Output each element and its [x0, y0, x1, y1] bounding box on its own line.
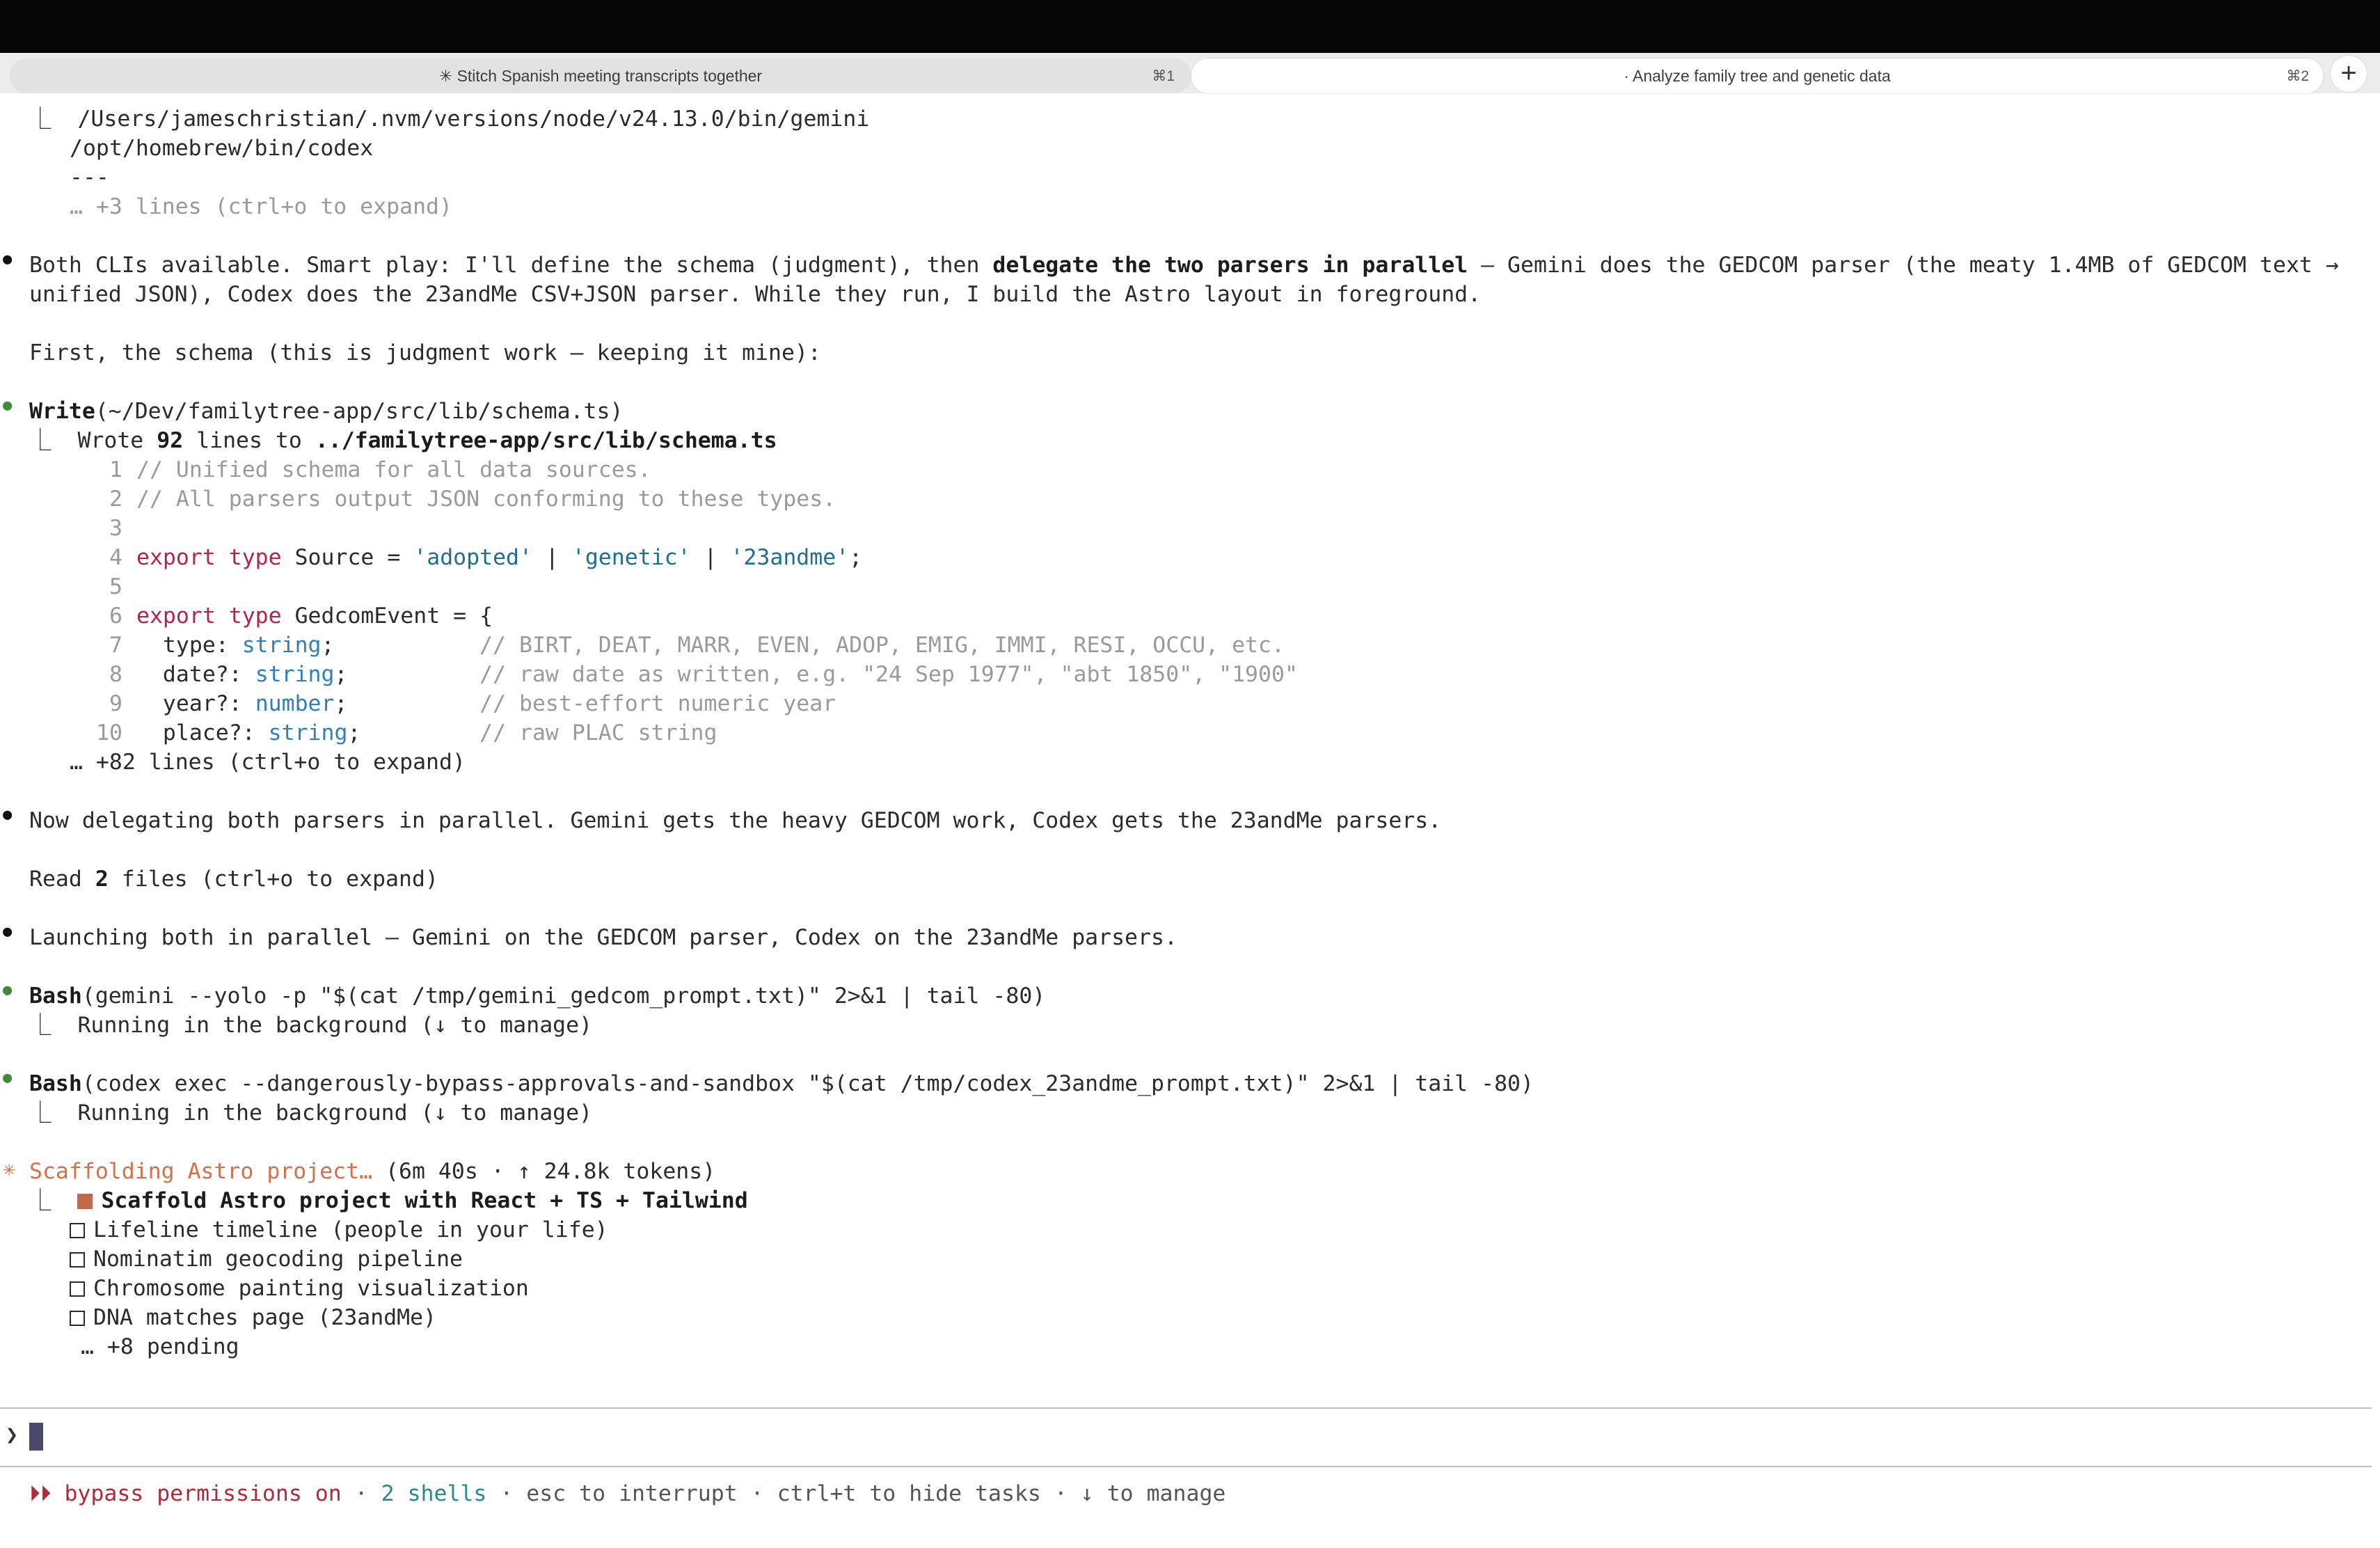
task-status: Scaffolding Astro project… (6m 40s · ↑ 2…	[29, 1159, 716, 1184]
code-line: 5	[109, 574, 122, 599]
tool-status-icon: ●	[3, 981, 13, 999]
tab-label: · Analyze family tree and genetic data	[1624, 66, 1891, 85]
todo-item: Chromosome painting visualization	[70, 1274, 529, 1303]
result-connector-icon: ⎿	[29, 1188, 78, 1213]
spinner-icon: ✳	[3, 1157, 16, 1181]
tab-label: ✳ Stitch Spanish meeting transcripts tog…	[438, 66, 763, 85]
message-bullet-icon: ●	[3, 806, 13, 823]
code-line: 4 export type Source = 'adopted' | 'genet…	[109, 545, 863, 570]
code-line: 7 type: string; // BIRT, DEAT, MARR, EVE…	[109, 633, 1285, 658]
todo-pending-count: … +8 pending	[81, 1334, 239, 1359]
bypass-permissions-indicator[interactable]: ⏵⏵ bypass permissions on	[29, 1481, 342, 1506]
todo-item: Nominatim geocoding pipeline	[70, 1245, 463, 1274]
shells-indicator[interactable]: 2 shells	[381, 1481, 487, 1506]
result-connector-icon: ⎿	[29, 1013, 78, 1038]
tab-shortcut: ⌘2	[2286, 68, 2309, 84]
tab-shortcut: ⌘1	[1152, 68, 1175, 84]
assistant-message: Now delegating both parsers in parallel.…	[29, 808, 1442, 833]
window-titlebar	[0, 0, 2380, 53]
tool-call-bash: Bash(codex exec --dangerously-bypass-app…	[29, 1071, 1534, 1096]
message-bullet-icon: ●	[3, 923, 13, 940]
tool-call-write: Write(~/Dev/familytree-app/src/lib/schem…	[29, 399, 624, 424]
checkbox-empty-icon	[70, 1311, 85, 1326]
tool-result-line: ⎿ Running in the background (↓ to manage…	[29, 1013, 593, 1038]
result-connector-icon: ⎿	[29, 1100, 78, 1126]
result-connector-icon: ⎿	[29, 428, 78, 453]
tool-result-line: /opt/homebrew/bin/codex	[70, 136, 374, 161]
new-tab-button[interactable]: +	[2331, 56, 2367, 92]
input-bottom-divider	[0, 1466, 2372, 1467]
assistant-message: Both CLIs available. Smart play: I'll de…	[29, 253, 2339, 278]
checkbox-empty-icon	[70, 1281, 85, 1297]
tab-bar: ✳ Stitch Spanish meeting transcripts tog…	[0, 53, 2380, 93]
tool-result-line: ⎿ Wrote 92 lines to ../familytree-app/sr…	[29, 428, 777, 453]
prompt-input[interactable]	[29, 1423, 43, 1451]
result-connector-icon: ⎿	[29, 106, 78, 132]
tool-status-icon: ●	[3, 397, 13, 414]
code-line: 8 date?: string; // raw date as written,…	[109, 662, 1298, 687]
checkbox-empty-icon	[70, 1252, 85, 1267]
todo-item: ⎿ Scaffold Astro project with React + TS…	[29, 1188, 748, 1213]
prompt-chevron-icon: ❯	[6, 1423, 19, 1447]
input-top-divider	[0, 1407, 2372, 1409]
code-line: 2// All parsers output JSON conforming t…	[109, 487, 836, 512]
checkbox-empty-icon	[70, 1223, 85, 1238]
tab-stitch-transcripts[interactable]: ✳ Stitch Spanish meeting transcripts tog…	[10, 58, 1191, 93]
todo-item: DNA matches page (23andMe)	[70, 1303, 436, 1332]
tool-result-line: ---	[70, 165, 109, 190]
status-bar: ⏵⏵ bypass permissions on · 2 shells · es…	[29, 1481, 1226, 1506]
tool-call-bash: Bash(gemini --yolo -p "$(cat /tmp/gemini…	[29, 984, 1046, 1009]
tool-result-line: ⎿ /Users/jameschristian/.nvm/versions/no…	[29, 106, 870, 132]
expand-hint[interactable]: … +3 lines (ctrl+o to expand)	[70, 192, 452, 221]
code-line: 1// Unified schema for all data sources.	[109, 457, 651, 482]
todo-item: Lifeline timeline (people in your life)	[70, 1215, 608, 1245]
code-line: 3	[109, 516, 122, 541]
message-bullet-icon: ●	[3, 251, 13, 268]
tool-result-line: ⎿ Running in the background (↓ to manage…	[29, 1100, 593, 1126]
expand-hint[interactable]: … +82 lines (ctrl+o to expand)	[70, 748, 466, 777]
assistant-message: First, the schema (this is judgment work…	[29, 340, 821, 365]
code-line: 10 place?: string; // raw PLAC string	[96, 720, 717, 745]
assistant-message: Launching both in parallel — Gemini on t…	[29, 925, 1177, 950]
assistant-message-cont: unified JSON), Codex does the 23andMe CS…	[29, 282, 1482, 307]
code-line: 6 export type GedcomEvent = {	[109, 603, 493, 629]
tab-family-tree[interactable]: · Analyze family tree and genetic data ⌘…	[1191, 58, 2323, 93]
tool-status-icon: ●	[3, 1069, 13, 1087]
code-line: 9 year?: number; // best-effort numeric …	[109, 691, 836, 716]
checkbox-in-progress-icon	[77, 1194, 93, 1209]
read-summary[interactable]: Read 2 files (ctrl+o to expand)	[29, 864, 438, 894]
